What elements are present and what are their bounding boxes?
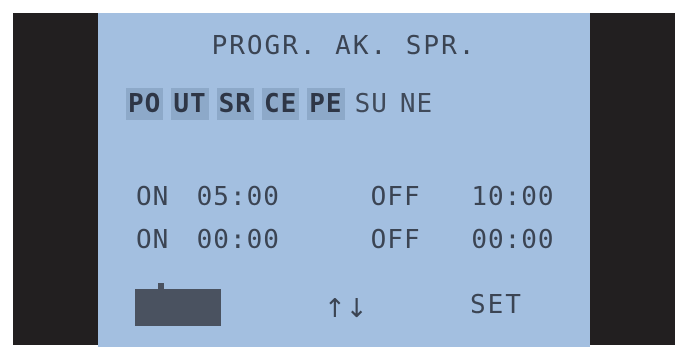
day-po[interactable]: PO (126, 88, 164, 120)
lcd-screen: PROGR. AK. SPR. PO UT SR CE PE SU NE ON … (98, 13, 590, 347)
day-ce[interactable]: CE (261, 88, 300, 120)
schedule-row-2: ON 00:00 OFF 00:00 (136, 225, 555, 255)
day-su[interactable]: SU (353, 88, 390, 120)
day-selector: PO UT SR CE PE SU NE (126, 88, 435, 120)
on-time-field[interactable]: 05:00 (197, 182, 371, 212)
day-ne[interactable]: NE (398, 88, 435, 120)
on-label: ON (136, 225, 170, 255)
off-label: OFF (370, 182, 421, 212)
schedule-row-1: ON 05:00 OFF 10:00 (136, 182, 555, 212)
screen-title: PROGR. AK. SPR. (211, 31, 477, 61)
off-time-field[interactable]: 10:00 (471, 182, 554, 212)
day-pe[interactable]: PE (307, 88, 345, 120)
set-button[interactable]: SET (470, 290, 523, 320)
off-time-field[interactable]: 00:00 (471, 225, 554, 255)
cursor-block[interactable] (135, 289, 221, 326)
up-down-arrows-icon[interactable]: ↑↓ (324, 294, 368, 324)
on-label: ON (136, 182, 170, 212)
day-ut[interactable]: UT (171, 88, 209, 120)
day-sr[interactable]: SR (216, 88, 254, 120)
off-label: OFF (370, 225, 421, 255)
on-time-field[interactable]: 00:00 (197, 225, 371, 255)
